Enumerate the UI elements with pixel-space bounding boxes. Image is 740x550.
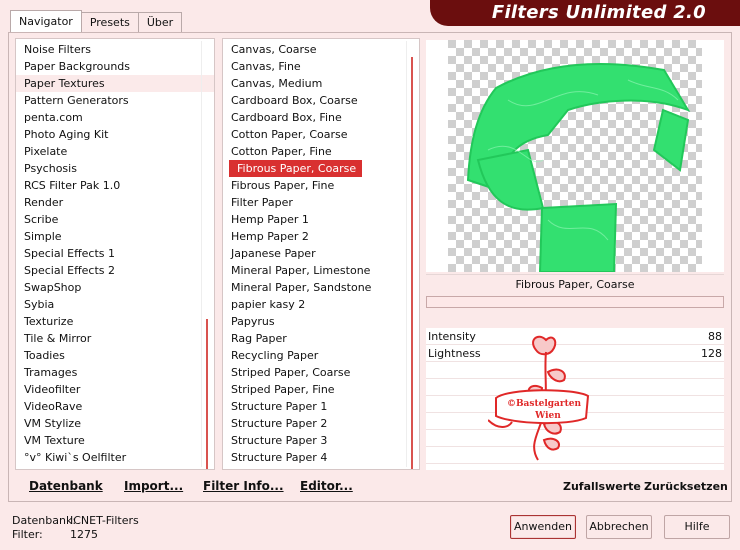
tab-bar: Navigator Presets Über [10, 10, 183, 34]
database-label: Datenbank: [12, 514, 77, 527]
filter-item[interactable]: Papyrus [223, 313, 419, 330]
category-item[interactable]: penta.com [16, 109, 214, 126]
watermark-text-line2: Wien [534, 411, 561, 421]
category-item[interactable]: Psychosis [16, 160, 214, 177]
category-item[interactable]: Toadies [16, 347, 214, 364]
filter-item[interactable]: Mineral Paper, Sandstone [223, 279, 419, 296]
database-link[interactable]: Datenbank [29, 479, 103, 493]
filter-item[interactable]: Canvas, Coarse [223, 41, 419, 58]
tab-about[interactable]: Über [137, 12, 183, 32]
random-values-link[interactable]: Zufallswerte [563, 480, 641, 493]
preview-filter-name: Fibrous Paper, Coarse [426, 274, 724, 294]
category-item[interactable]: Tile & Mirror [16, 330, 214, 347]
filter-list-items: Canvas, Coarse Canvas, Fine Canvas, Medium… [223, 39, 419, 466]
category-item[interactable]: Simple [16, 228, 214, 245]
category-item[interactable]: SwapShop [16, 279, 214, 296]
filter-item[interactable]: Recycling Paper [223, 347, 419, 364]
category-list-items: Noise Filters Paper Backgrounds Paper Text… [16, 39, 214, 466]
database-value: ICNET-Filters [70, 514, 139, 527]
category-item[interactable]: Paper Textures [16, 75, 214, 92]
watermark-text-line1: ©Bastelgarten [507, 399, 582, 409]
param-label: Intensity [428, 330, 476, 343]
tab-navigator[interactable]: Navigator [10, 10, 82, 32]
category-item[interactable]: VM Stylize [16, 415, 214, 432]
category-item[interactable]: VM Texture [16, 432, 214, 449]
filter-list[interactable]: Canvas, Coarse Canvas, Fine Canvas, Medium… [222, 38, 420, 470]
category-item[interactable]: Paper Backgrounds [16, 58, 214, 75]
category-item[interactable]: Sybia [16, 296, 214, 313]
category-scroll-thumb[interactable] [206, 319, 208, 469]
help-button[interactable]: Hilfe [664, 515, 730, 539]
filter-item[interactable]: Fibrous Paper, Fine [223, 177, 419, 194]
filter-item[interactable]: Striped Paper, Coarse [223, 364, 419, 381]
category-list[interactable]: Noise Filters Paper Backgrounds Paper Text… [15, 38, 215, 470]
parameter-panel: Intensity 88 Lightness 128 ©Bastelgarten… [426, 328, 724, 470]
param-value: 88 [708, 330, 722, 343]
filter-scroll-thumb[interactable] [411, 57, 413, 469]
category-item[interactable]: Photo Aging Kit [16, 126, 214, 143]
filter-item[interactable]: Cotton Paper, Fine [223, 143, 419, 160]
filter-item[interactable]: Structure Paper 4 [223, 449, 419, 466]
filter-item[interactable]: Rag Paper [223, 330, 419, 347]
category-item[interactable]: Pattern Generators [16, 92, 214, 109]
filter-item[interactable]: Canvas, Medium [223, 75, 419, 92]
editor-link[interactable]: Editor... [300, 479, 353, 493]
filter-scrollbar[interactable] [406, 41, 416, 469]
tab-presets[interactable]: Presets [80, 12, 139, 32]
filter-count-value: 1275 [70, 528, 98, 541]
filter-item[interactable]: papier kasy 2 [223, 296, 419, 313]
filter-item[interactable]: Cardboard Box, Fine [223, 109, 419, 126]
preview-image [448, 40, 702, 272]
category-item[interactable]: Pixelate [16, 143, 214, 160]
filter-item[interactable]: Structure Paper 2 [223, 415, 419, 432]
filter-item[interactable]: Cardboard Box, Coarse [223, 92, 419, 109]
filter-item[interactable]: Hemp Paper 2 [223, 228, 419, 245]
filter-item[interactable]: Fibrous Paper, Coarse [229, 160, 363, 177]
filter-item[interactable]: Filter Paper [223, 194, 419, 211]
param-value: 128 [701, 347, 722, 360]
filter-item[interactable]: Canvas, Fine [223, 58, 419, 75]
category-item[interactable]: Special Effects 2 [16, 262, 214, 279]
app-title-banner: Filters Unlimited 2.0 [430, 0, 740, 26]
category-item[interactable]: Scribe [16, 211, 214, 228]
category-item[interactable]: RCS Filter Pak 1.0 [16, 177, 214, 194]
category-item[interactable]: Render [16, 194, 214, 211]
filter-item[interactable]: Striped Paper, Fine [223, 381, 419, 398]
reset-link[interactable]: Zurücksetzen [644, 480, 728, 493]
category-item[interactable]: Videofilter [16, 381, 214, 398]
category-item[interactable]: Special Effects 1 [16, 245, 214, 262]
category-item[interactable]: Noise Filters [16, 41, 214, 58]
preview-pane [426, 40, 724, 272]
filter-item[interactable]: Cotton Paper, Coarse [223, 126, 419, 143]
category-item[interactable]: Texturize [16, 313, 214, 330]
param-label: Lightness [428, 347, 481, 360]
category-item[interactable]: °v° Kiwi`s Oelfilter [16, 449, 214, 466]
filter-item[interactable]: Structure Paper 3 [223, 432, 419, 449]
category-item[interactable]: Tramages [16, 364, 214, 381]
filter-item[interactable]: Japanese Paper [223, 245, 419, 262]
filter-count-label: Filter: [12, 528, 43, 541]
cancel-button[interactable]: Abbrechen [586, 515, 652, 539]
progress-bar [426, 296, 724, 308]
filter-item[interactable]: Mineral Paper, Limestone [223, 262, 419, 279]
apply-button[interactable]: Anwenden [510, 515, 576, 539]
import-link[interactable]: Import... [124, 479, 183, 493]
filter-item[interactable]: Structure Paper 1 [223, 398, 419, 415]
status-area: Datenbank: ICNET-Filters Filter: 1275 [12, 514, 139, 542]
filter-info-link[interactable]: Filter Info... [203, 479, 284, 493]
category-scrollbar[interactable] [201, 41, 211, 469]
category-item[interactable]: VideoRave [16, 398, 214, 415]
filter-item[interactable]: Hemp Paper 1 [223, 211, 419, 228]
watermark-logo: ©Bastelgarten Wien [488, 335, 590, 461]
